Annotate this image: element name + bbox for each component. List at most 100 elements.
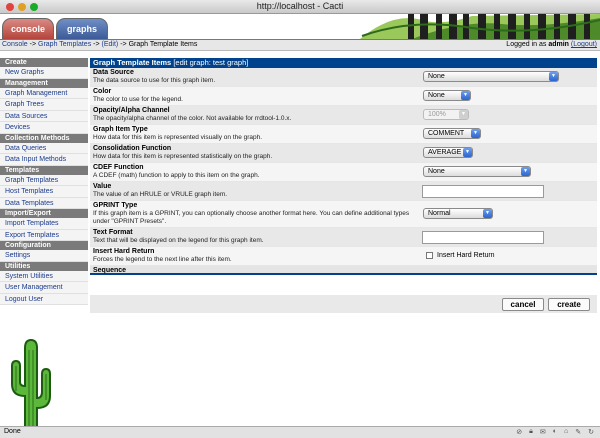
tab-graphs[interactable]: graphs — [56, 18, 108, 39]
sidebar-item-graph-management[interactable]: Graph Management — [0, 87, 88, 99]
color-select[interactable]: None ▼ — [423, 90, 471, 101]
adblock-icon[interactable]: ⊘ — [516, 428, 522, 436]
sidebar-item-export-templates[interactable]: Export Templates — [0, 229, 88, 241]
gprint-type-desc: If this graph item is a GPRINT, you can … — [93, 210, 410, 225]
mail-icon[interactable]: ✉ — [540, 428, 546, 436]
opacity-select[interactable]: 100% ▼ — [423, 109, 469, 120]
sidebar-item-graph-templates[interactable]: Graph Templates — [0, 174, 88, 186]
login-username: admin — [548, 41, 569, 48]
row-consolidation-function: Consolidation Function How data for this… — [90, 144, 597, 163]
graduation-cap-icon[interactable]: ⌂ — [564, 428, 568, 436]
opacity-desc: The opacity/alpha channel of the color. … — [93, 115, 292, 122]
menu-heading-configuration: Configuration — [0, 241, 88, 250]
opacity-label: Opacity/Alpha Channel — [93, 107, 170, 114]
cdef-function-select[interactable]: None ▼ — [423, 166, 531, 177]
hard-return-label: Insert Hard Return — [93, 248, 155, 255]
graph-item-type-select[interactable]: COMMENT ▼ — [423, 128, 481, 139]
sidebar-item-new-graphs[interactable]: New Graphs — [0, 67, 88, 79]
menu-heading-import-export: Import/Export — [0, 209, 88, 218]
menu-heading-utilities: Utilities — [0, 261, 88, 271]
row-cdef-function: CDEF Function A CDEF (math) function to … — [90, 163, 597, 182]
sidebar-item-system-utilities[interactable]: System Utilities — [0, 270, 88, 282]
cdef-function-label: CDEF Function — [93, 164, 144, 171]
form-header: Graph Template Items [edit graph: test g… — [90, 58, 597, 68]
chevron-down-icon: ▼ — [459, 110, 468, 119]
status-icons: ⊘ 🔒︎ ✉ ◐ ⌂ ✎ ↻ — [516, 428, 594, 436]
text-format-input[interactable] — [422, 231, 544, 244]
sidebar-item-host-templates[interactable]: Host Templates — [0, 186, 88, 198]
sidebar-item-graph-trees[interactable]: Graph Trees — [0, 99, 88, 111]
menu-heading-management: Management — [0, 78, 88, 88]
chevron-down-icon: ▼ — [471, 129, 480, 138]
login-status: Logged in as admin (Logout) — [506, 41, 597, 48]
value-label: Value — [93, 183, 112, 190]
sidebar-item-data-sources[interactable]: Data Sources — [0, 110, 88, 122]
browser-status-bar: Done ⊘ 🔒︎ ✉ ◐ ⌂ ✎ ↻ — [0, 426, 600, 438]
chevron-down-icon: ▼ — [483, 209, 492, 218]
row-data-source: Data Source The data source to use for t… — [90, 68, 597, 87]
row-opacity: Opacity/Alpha Channel The opacity/alpha … — [90, 106, 597, 125]
consolidation-function-select[interactable]: AVERAGE ▼ — [423, 147, 473, 158]
sidebar-item-devices[interactable]: Devices — [0, 122, 88, 134]
form-title: Graph Template Items — [93, 58, 172, 67]
tool-icon[interactable]: ✎ — [575, 428, 581, 436]
value-desc: The value of an HRULE or VRULE graph ite… — [93, 191, 228, 198]
data-source-label: Data Source — [93, 69, 134, 76]
hard-return-checkbox[interactable] — [426, 252, 433, 259]
sidebar-menu: Create New Graphs Management Graph Manag… — [0, 58, 88, 438]
breadcrumb: Console -> Graph Templates -> (Edit) -> … — [2, 41, 198, 48]
sidebar-item-data-queries[interactable]: Data Queries — [0, 142, 88, 154]
text-format-label: Text Format — [93, 229, 133, 236]
tab-bar: console graphs — [0, 14, 600, 39]
globe-icon[interactable]: ◐ — [553, 428, 557, 436]
consolidation-function-desc: How data for this item is represented st… — [93, 153, 273, 160]
row-graph-item-type: Graph Item Type How data for this item i… — [90, 125, 597, 144]
sidebar-item-import-templates[interactable]: Import Templates — [0, 218, 88, 230]
color-desc: The color to use for the legend. — [93, 96, 183, 103]
graph-item-form: Graph Template Items [edit graph: test g… — [90, 58, 597, 313]
graph-item-type-label: Graph Item Type — [93, 126, 148, 133]
data-source-select[interactable]: None ▼ — [423, 71, 559, 82]
graph-item-type-desc: How data for this item is represented vi… — [93, 134, 263, 141]
hard-return-desc: Forces the legend to the next line after… — [93, 256, 232, 263]
logout-link[interactable]: (Logout) — [571, 41, 597, 48]
chevron-down-icon: ▼ — [461, 91, 470, 100]
refresh-icon[interactable]: ↻ — [588, 428, 594, 436]
menu-heading-create: Create — [0, 58, 88, 67]
sidebar-item-logout-user[interactable]: Logout User — [0, 293, 88, 305]
sidebar-item-settings[interactable]: Settings — [0, 250, 88, 262]
breadcrumb-bar: Console -> Graph Templates -> (Edit) -> … — [0, 39, 600, 51]
text-format-desc: Text that will be displayed on the legen… — [93, 237, 264, 244]
gprint-type-label: GPRINT Type — [93, 202, 138, 209]
chevron-down-icon: ▼ — [463, 148, 472, 157]
row-color: Color The color to use for the legend. N… — [90, 87, 597, 106]
breadcrumb-graph-templates-link[interactable]: Graph Templates — [38, 41, 91, 48]
login-prefix: Logged in as — [506, 41, 547, 48]
breadcrumb-console-link[interactable]: Console — [2, 41, 28, 48]
data-source-desc: The data source to use for this graph it… — [93, 77, 216, 84]
cancel-button[interactable]: cancel — [502, 298, 544, 311]
tab-console[interactable]: console — [2, 18, 54, 39]
window-title: http://localhost - Cacti — [256, 1, 344, 11]
breadcrumb-edit-link[interactable]: (Edit) — [102, 41, 119, 48]
row-gprint-type: GPRINT Type If this graph item is a GPRI… — [90, 201, 597, 228]
sequence-label: Sequence — [90, 266, 597, 275]
cacti-logo-icon — [11, 338, 51, 438]
create-button[interactable]: create — [548, 298, 590, 311]
color-label: Color — [93, 88, 112, 95]
sidebar-item-data-templates[interactable]: Data Templates — [0, 197, 88, 209]
hard-return-checkbox-label: Insert Hard Return — [437, 252, 495, 259]
status-text: Done — [4, 428, 21, 435]
row-value: Value The value of an HRULE or VRULE gra… — [90, 182, 597, 201]
form-actions: cancel create — [90, 294, 597, 313]
chevron-down-icon: ▼ — [521, 167, 530, 176]
sidebar-item-user-management[interactable]: User Management — [0, 282, 88, 294]
lock-icon[interactable]: 🔒︎ — [529, 428, 533, 436]
menu-heading-collection-methods: Collection Methods — [0, 133, 88, 143]
value-input[interactable] — [422, 185, 544, 198]
cdef-function-desc: A CDEF (math) function to apply to this … — [93, 172, 260, 179]
sidebar-item-data-input-methods[interactable]: Data Input Methods — [0, 154, 88, 166]
gprint-type-select[interactable]: Normal ▼ — [423, 208, 493, 219]
row-text-format: Text Format Text that will be displayed … — [90, 228, 597, 247]
window-title-bar: http://localhost - Cacti — [0, 0, 600, 14]
